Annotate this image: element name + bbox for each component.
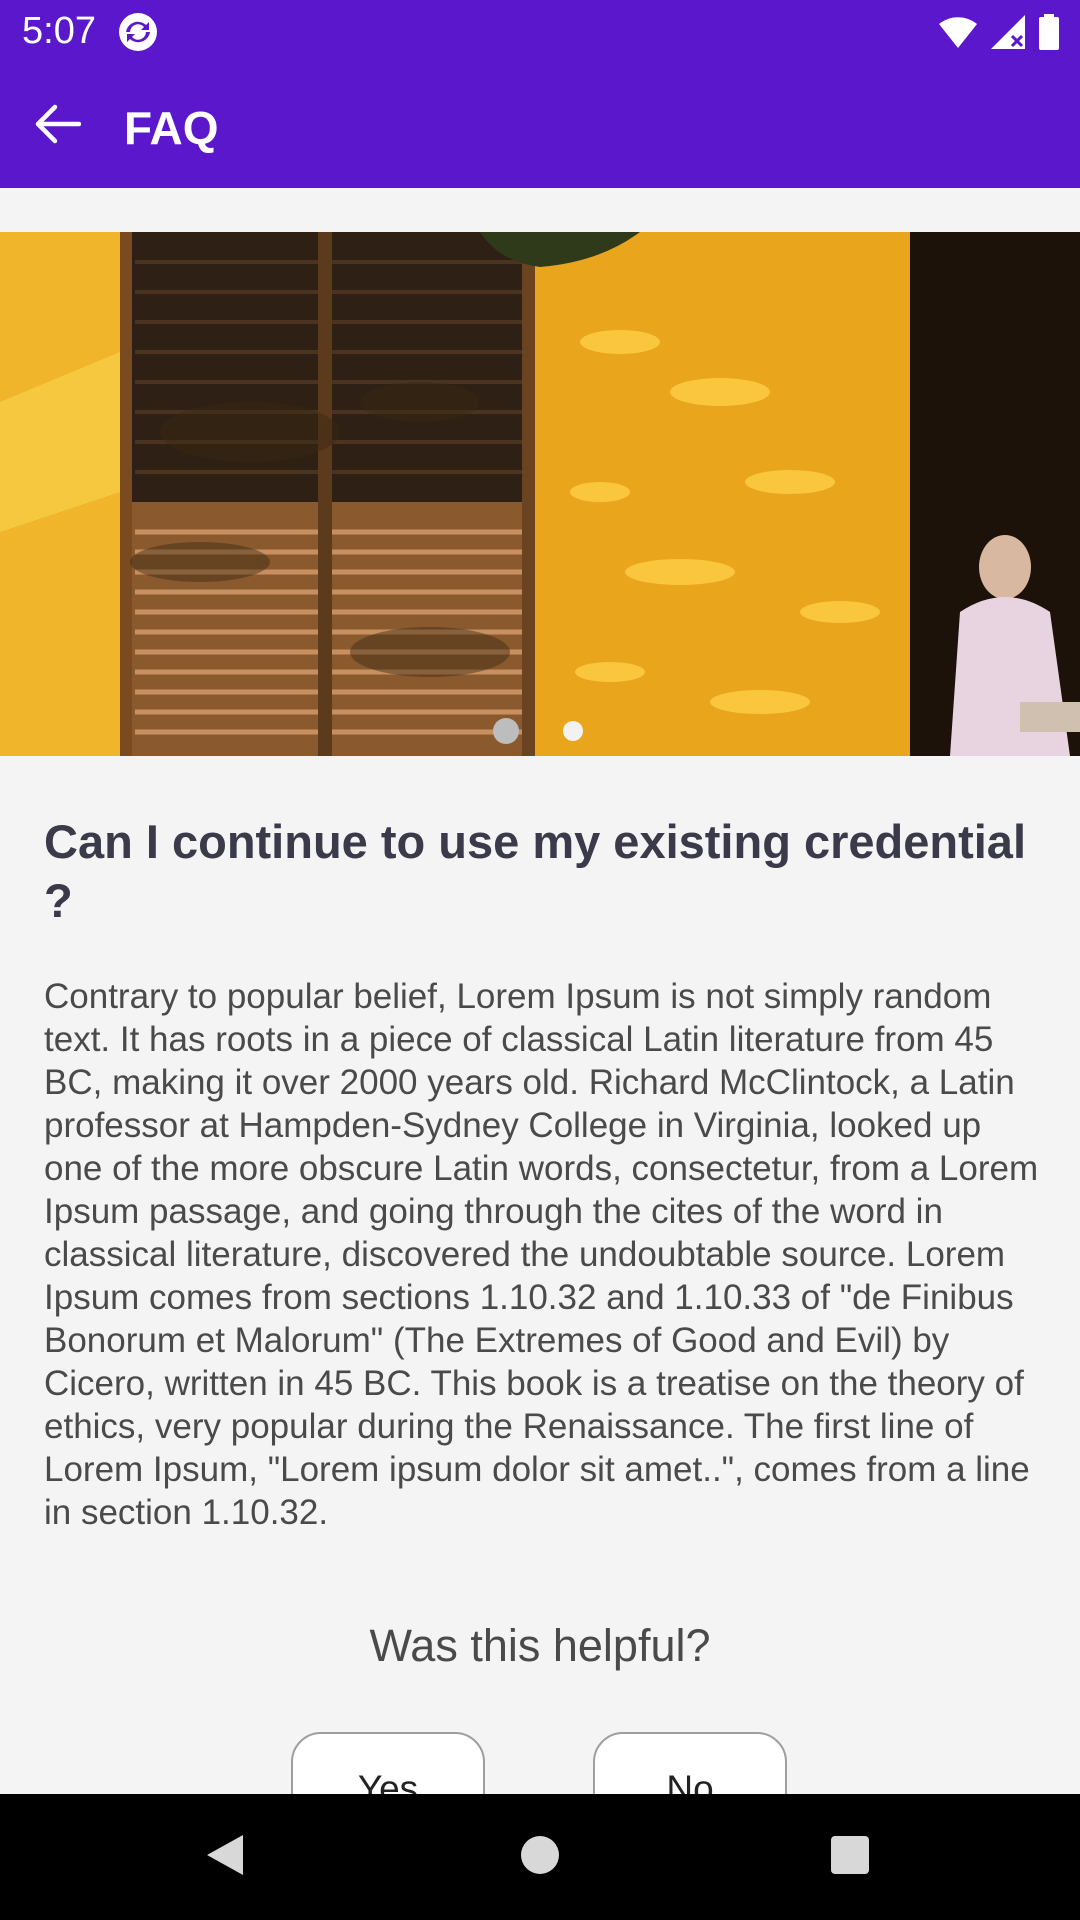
- helpful-prompt: Was this helpful?: [369, 1620, 711, 1671]
- system-nav-bar: [0, 1794, 1080, 1920]
- app-bar: FAQ: [0, 63, 1080, 188]
- carousel-dot-1[interactable]: [493, 718, 519, 744]
- faq-question: Can I continue to use my existing creden…: [44, 815, 1026, 927]
- sync-badge-icon: [118, 12, 158, 52]
- faq-answer: Contrary to popular belief, Lorem Ipsum …: [44, 977, 1039, 1532]
- back-button[interactable]: [24, 93, 90, 159]
- page-title: FAQ: [124, 102, 219, 154]
- arrow-back-icon: [33, 104, 82, 149]
- status-bar: 5:07: [0, 0, 1080, 63]
- signal-icon: [990, 14, 1026, 50]
- battery-icon: [1038, 14, 1060, 50]
- home-circle-icon: [520, 1835, 560, 1880]
- wifi-icon: [938, 15, 978, 49]
- nav-home-button[interactable]: [505, 1822, 575, 1892]
- back-triangle-icon: [203, 1831, 247, 1884]
- nav-recents-button[interactable]: [815, 1822, 885, 1892]
- nav-back-button[interactable]: [190, 1822, 260, 1892]
- recents-square-icon: [830, 1835, 870, 1880]
- hero-carousel[interactable]: [0, 232, 1080, 756]
- yellow-building-with-shutters-photo: [0, 232, 1080, 756]
- carousel-dot-2[interactable]: [563, 721, 583, 741]
- status-time: 5:07: [22, 10, 96, 52]
